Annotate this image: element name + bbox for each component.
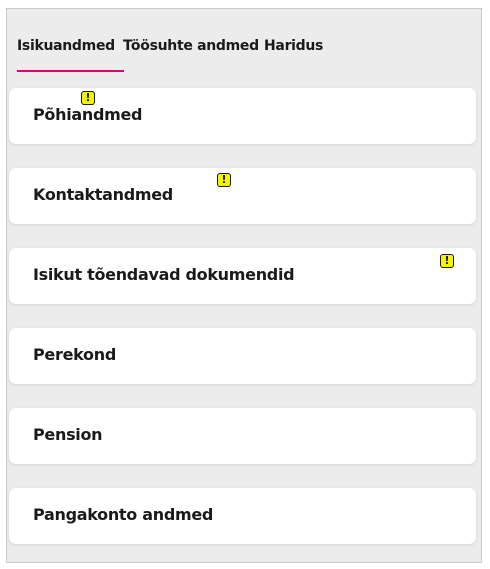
section-kontaktandmed[interactable]: Kontaktandmed !	[9, 168, 476, 224]
section-label: Perekond	[33, 345, 116, 364]
section-label: Pangakonto andmed	[33, 505, 214, 524]
section-isikut-toendavad-dokumendid[interactable]: Isikut tõendavad dokumendid !	[9, 248, 476, 304]
section-label: Kontaktandmed	[33, 185, 173, 204]
section-pangakonto-andmed[interactable]: Pangakonto andmed	[9, 488, 476, 544]
tab-isikuandmed[interactable]: Isikuandmed	[17, 38, 115, 54]
section-pension[interactable]: Pension	[9, 408, 476, 464]
section-perekond[interactable]: Perekond	[9, 328, 476, 384]
tab-toosuhte-andmed[interactable]: Töösuhte andmed	[123, 38, 259, 54]
section-label: Isikut tõendavad dokumendid	[33, 265, 295, 284]
section-label: Pension	[33, 425, 103, 444]
exclamation-warning-icon: !	[440, 254, 454, 268]
section-label: Põhiandmed	[33, 105, 143, 124]
section-pohiandmed[interactable]: Põhiandmed !	[9, 88, 476, 144]
personal-data-panel: Isikuandmed Töösuhte andmed Haridus Põhi…	[6, 8, 482, 563]
tab-haridus[interactable]: Haridus	[264, 38, 323, 54]
exclamation-warning-icon: !	[217, 173, 231, 187]
exclamation-warning-icon: !	[81, 91, 95, 105]
active-tab-indicator	[17, 70, 124, 72]
